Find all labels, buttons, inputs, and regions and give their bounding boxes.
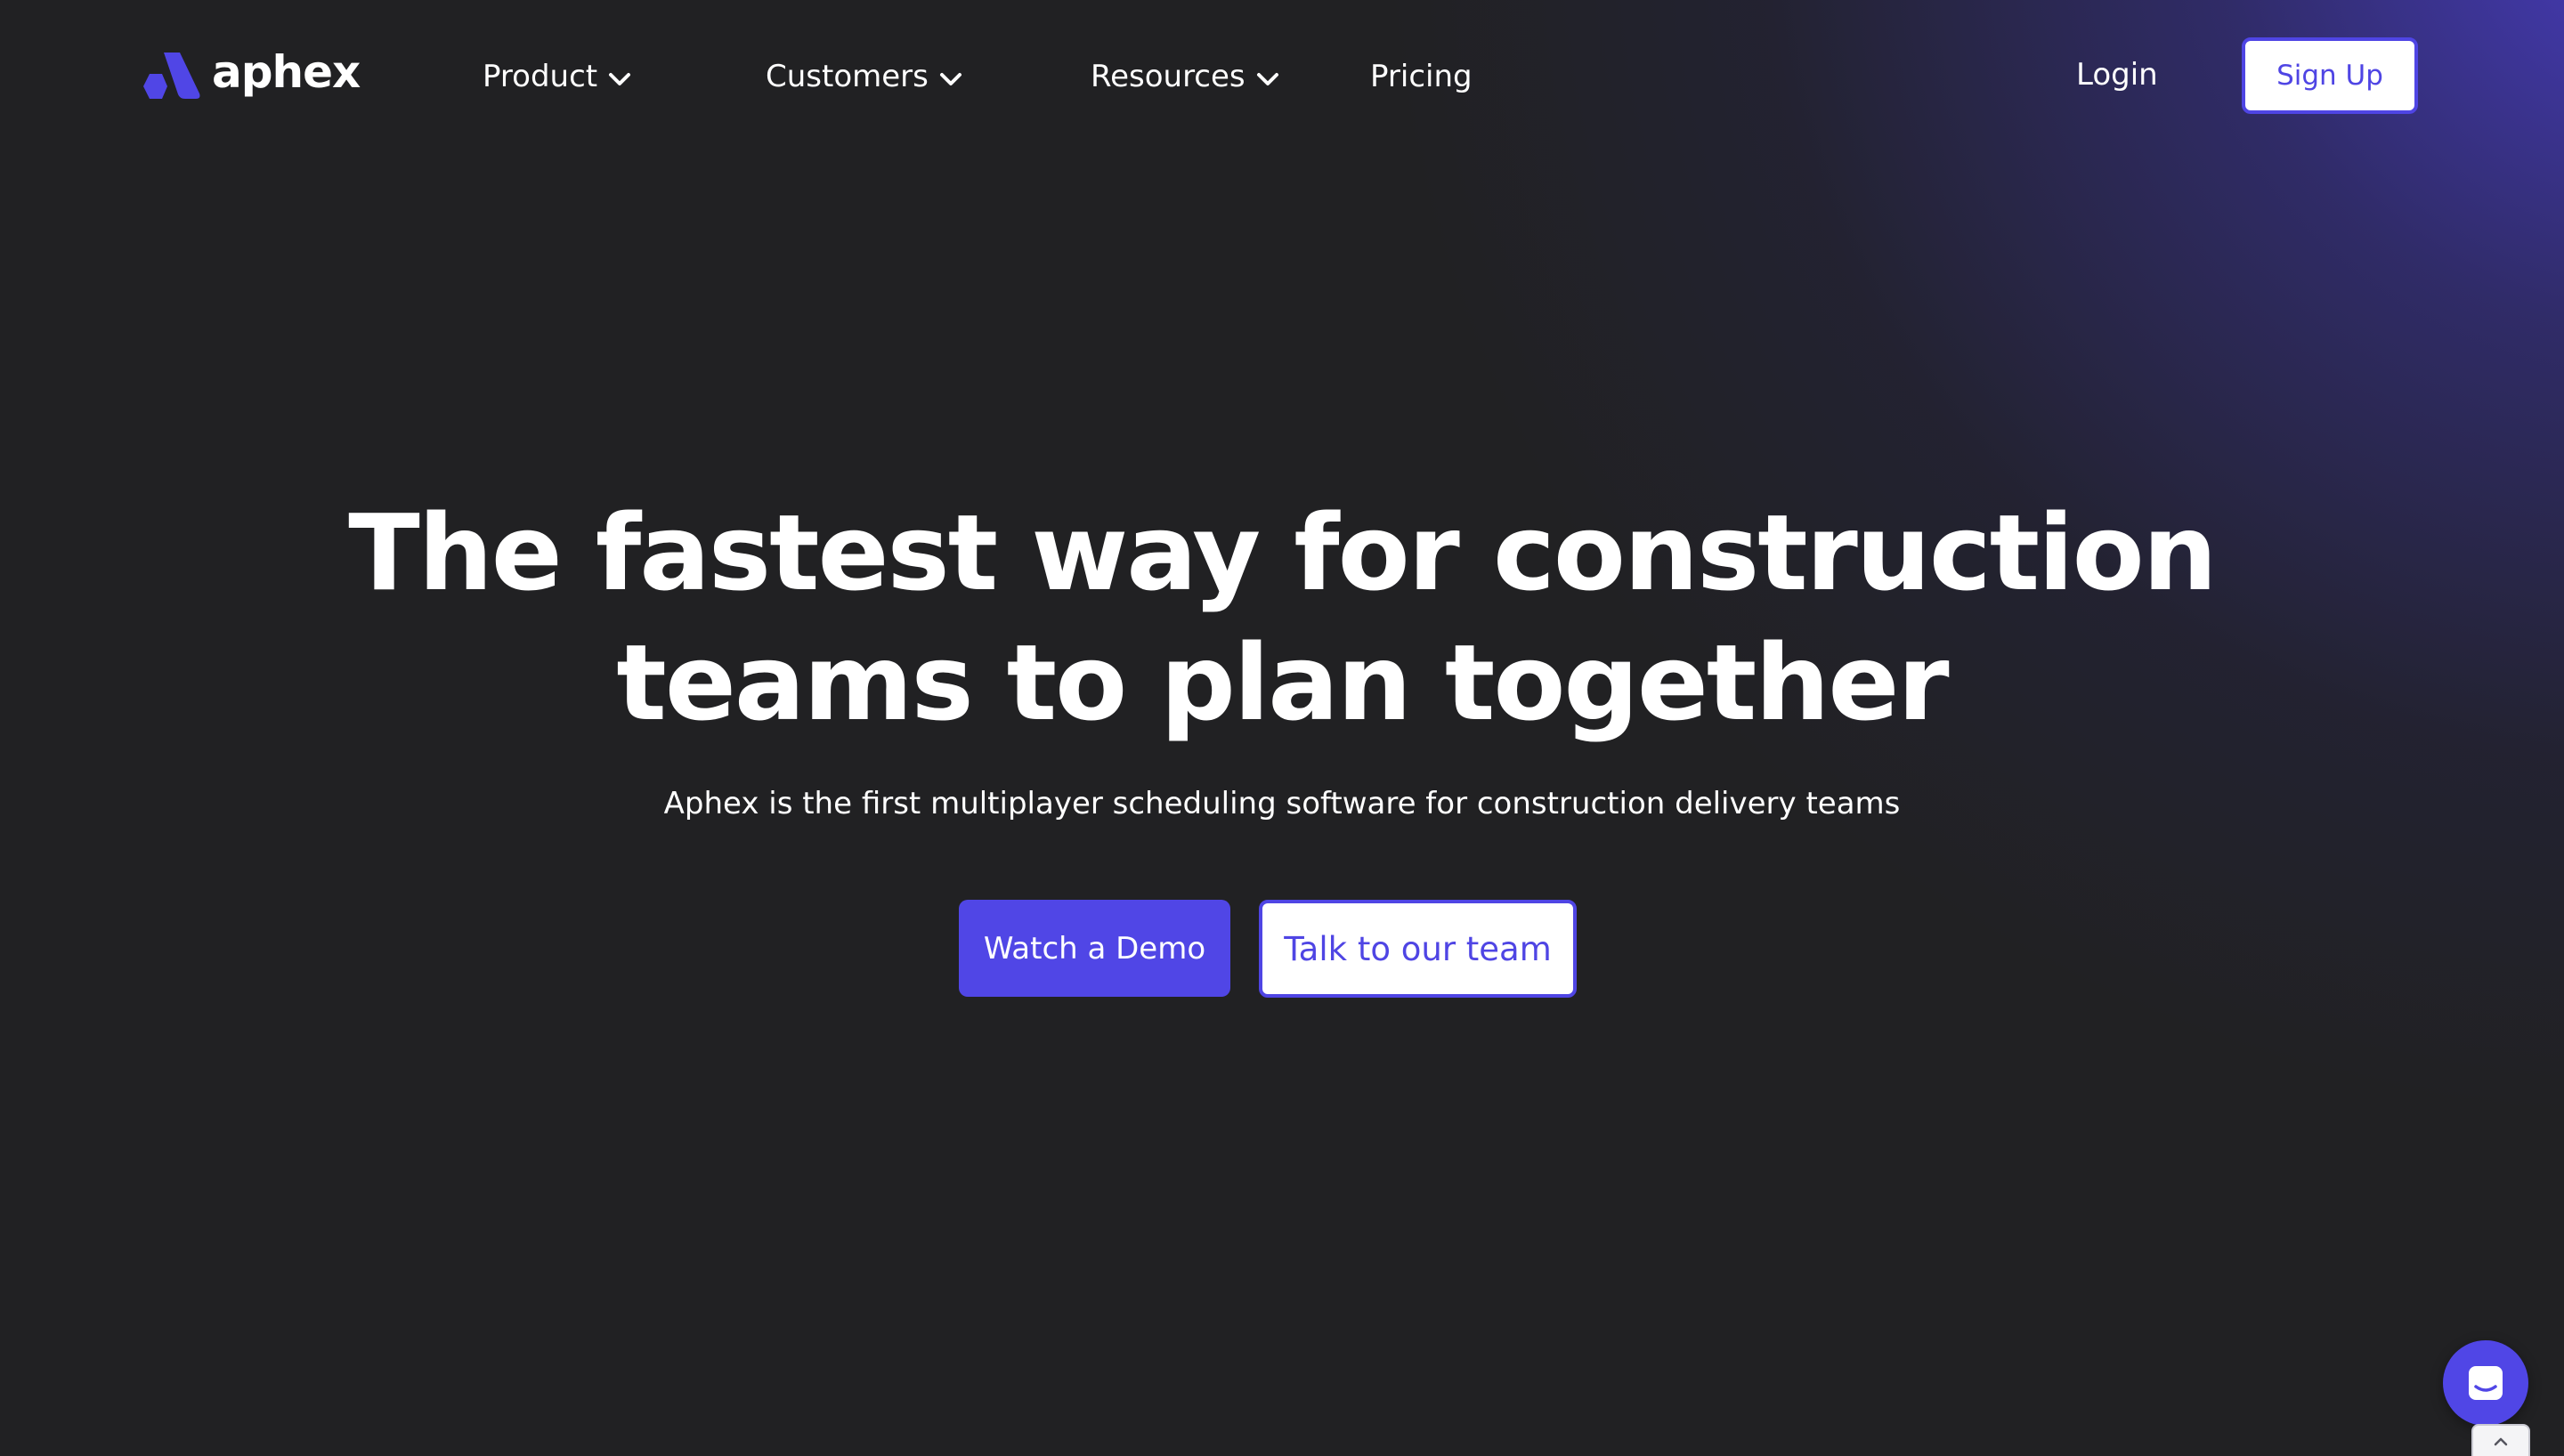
chevron-down-icon: [1256, 73, 1278, 85]
chat-bubble-icon: [2469, 1366, 2503, 1400]
nav-product-label: Product: [483, 59, 598, 94]
nav-customers[interactable]: Customers: [766, 52, 962, 101]
nav-pricing[interactable]: Pricing: [1370, 52, 1473, 101]
sign-up-button[interactable]: Sign Up: [2242, 37, 2418, 114]
top-navigation: aphex Product Customers Resources Pricin…: [0, 0, 2564, 153]
aphex-logo-icon: [143, 53, 200, 99]
brand-logo[interactable]: aphex: [141, 46, 361, 103]
nav-resources[interactable]: Resources: [1091, 52, 1279, 101]
hero-title: The fastest way for construction teams t…: [214, 488, 2350, 748]
nav-pricing-label: Pricing: [1370, 59, 1473, 94]
chevron-down-icon: [609, 73, 631, 85]
hero-title-line-2: teams to plan together: [616, 621, 1949, 744]
scroll-to-top-button[interactable]: [2471, 1424, 2530, 1456]
hero-title-line-1: The fastest way for construction: [348, 491, 2217, 614]
nav-product[interactable]: Product: [483, 52, 631, 101]
nav-resources-label: Resources: [1091, 59, 1245, 94]
hero-subtitle: Aphex is the first multiplayer schedulin…: [663, 786, 1901, 821]
login-link[interactable]: Login: [2076, 50, 2158, 100]
watch-demo-button[interactable]: Watch a Demo: [959, 900, 1230, 997]
chevron-up-icon: [2494, 1437, 2508, 1446]
chat-launcher-button[interactable]: [2443, 1340, 2528, 1426]
nav-customers-label: Customers: [766, 59, 929, 94]
brand-name: aphex: [212, 46, 361, 98]
talk-to-team-button[interactable]: Talk to our team: [1259, 900, 1577, 998]
chevron-down-icon: [939, 73, 961, 85]
